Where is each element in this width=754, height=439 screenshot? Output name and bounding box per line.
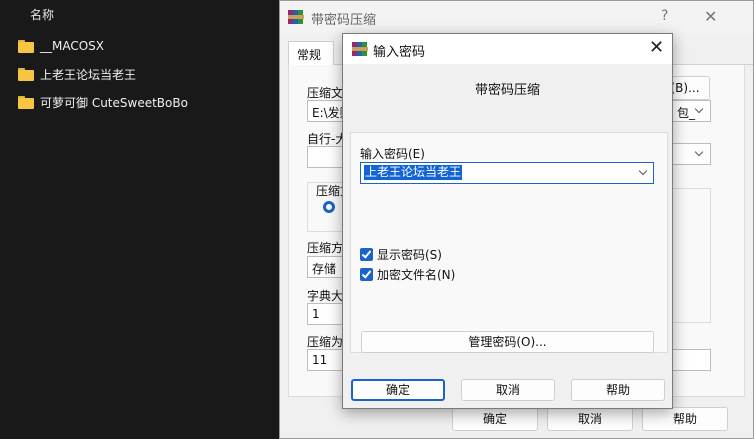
ok-button[interactable]: 确定 bbox=[351, 379, 445, 401]
folder-item-macosx[interactable]: __MACOSX bbox=[18, 36, 104, 56]
archive-options-group bbox=[670, 188, 711, 323]
enter-password-dialog: 输入密码 ✕ 带密码压缩 输入密码(E) 上老王论坛当老王 显示密码(S) 加密… bbox=[342, 33, 673, 409]
ok-button[interactable]: 确定 bbox=[452, 407, 538, 431]
checkbox-checked-icon[interactable] bbox=[360, 267, 373, 281]
password-input[interactable]: 上老王论坛当老王 bbox=[360, 162, 654, 184]
dictionary-size-label: 字典大 bbox=[307, 289, 344, 303]
archive-name-label: 压缩文 bbox=[307, 86, 344, 100]
folder-label: __MACOSX bbox=[40, 39, 105, 53]
help-icon[interactable]: ? bbox=[661, 8, 668, 24]
auto-split-field[interactable] bbox=[307, 146, 347, 168]
close-icon[interactable]: ✕ bbox=[704, 7, 717, 26]
show-password-checkbox[interactable]: 显示密码(S) bbox=[360, 246, 442, 262]
winrar-icon bbox=[288, 9, 304, 25]
options-field[interactable] bbox=[670, 349, 711, 371]
password-label: 输入密码(E) bbox=[360, 147, 425, 161]
column-header-name[interactable]: 名称 bbox=[30, 6, 54, 23]
split-volumes-label: 压缩为 bbox=[307, 335, 344, 349]
checkbox-checked-icon[interactable] bbox=[360, 247, 373, 261]
help-button[interactable]: 帮助 bbox=[571, 379, 665, 401]
update-mode-dropdown[interactable] bbox=[670, 143, 711, 165]
help-button[interactable]: 帮助 bbox=[642, 407, 728, 431]
encrypt-filenames-label: 加密文件名(N) bbox=[377, 267, 456, 282]
show-password-label: 显示密码(S) bbox=[377, 247, 442, 262]
close-icon[interactable]: ✕ bbox=[649, 37, 664, 58]
dictionary-size-dropdown[interactable]: 1 bbox=[307, 303, 347, 325]
folder-item-laowang[interactable]: 上老王论坛当老王 bbox=[18, 64, 136, 84]
compression-method-label: 压缩方 bbox=[307, 241, 344, 255]
cancel-button[interactable]: 取消 bbox=[461, 379, 555, 401]
chevron-down-icon bbox=[694, 104, 704, 114]
folder-item-cutesweet[interactable]: 可萝可御 CuteSweetBoBo bbox=[18, 92, 188, 112]
profile-dropdown[interactable]: 包_ bbox=[670, 100, 711, 122]
password-dialog-titlebar[interactable]: 输入密码 ✕ bbox=[343, 34, 672, 64]
folder-label: 上老王论坛当老王 bbox=[40, 67, 137, 82]
compression-method-dropdown[interactable]: 存储 bbox=[307, 256, 347, 278]
cancel-button[interactable]: 取消 bbox=[547, 407, 633, 431]
folder-label: 可萝可御 CuteSweetBoBo bbox=[40, 95, 188, 110]
winrar-icon bbox=[352, 41, 368, 57]
archive-path-field[interactable]: E:\发财 bbox=[307, 100, 347, 122]
archive-dialog-titlebar[interactable]: 带密码压缩 ? ✕ bbox=[280, 1, 753, 33]
archive-dialog-title: 带密码压缩 bbox=[311, 13, 377, 28]
password-dialog-subtitle: 带密码压缩 bbox=[474, 83, 540, 98]
password-dialog-title: 输入密码 bbox=[373, 45, 426, 60]
folder-icon bbox=[18, 95, 34, 109]
profile-value: 包_ bbox=[677, 106, 696, 120]
split-volumes-field[interactable]: 11 bbox=[307, 349, 347, 371]
folder-icon bbox=[18, 67, 34, 81]
tab-general[interactable]: 常规 bbox=[288, 41, 334, 65]
radio-selected-icon[interactable] bbox=[323, 201, 335, 213]
manage-passwords-button[interactable]: 管理密码(O)... bbox=[361, 331, 654, 353]
chevron-down-icon[interactable] bbox=[638, 166, 648, 176]
chevron-down-icon bbox=[694, 147, 704, 157]
folder-icon bbox=[18, 39, 34, 53]
password-value: 上老王论坛当老王 bbox=[364, 165, 463, 180]
encrypt-filenames-checkbox[interactable]: 加密文件名(N) bbox=[360, 266, 455, 282]
